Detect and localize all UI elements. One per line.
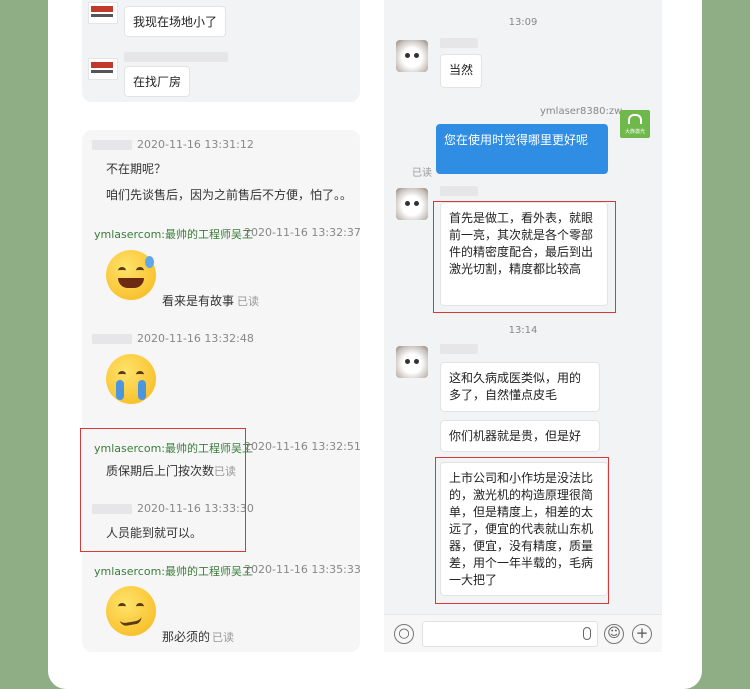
incoming-message-bubble: 这和久病成医类似，用的多了，自然懂点皮毛: [440, 362, 600, 412]
timestamp: 2020-11-16 13:31:12: [137, 138, 254, 151]
sweat-smile-emoji-icon: [106, 250, 156, 300]
incoming-message-bubble: 你们机器就是贵，但是好: [440, 420, 600, 452]
sender-name: ymlasercom:最帅的工程师吴工: [94, 228, 253, 241]
left-message-bubble: 在找厂房: [124, 66, 191, 97]
cat-avatar: [396, 40, 428, 72]
microphone-icon[interactable]: [583, 627, 591, 640]
cat-avatar: [396, 346, 428, 378]
chat-bubble-icon[interactable]: ○: [394, 624, 414, 644]
blurred-name: [440, 186, 478, 196]
outgoing-message-bubble: 您在使用时觉得哪里更好呢: [436, 124, 608, 174]
blurred-name: [92, 140, 132, 150]
timestamp: 2020-11-16 13:32:48: [137, 332, 254, 345]
timestamp: 2020-11-16 13:35:33: [244, 563, 361, 576]
left-chat-top-panel: 我现在场地小了 在找厂房: [82, 0, 360, 102]
time-divider: 13:09: [508, 17, 538, 28]
left-message-bubble: 我现在场地小了: [124, 6, 227, 37]
highlight-box: [433, 201, 616, 313]
chat-message: 不在期呢？: [106, 162, 167, 176]
crying-emoji-icon: [106, 354, 156, 404]
blurred-name: [92, 334, 132, 344]
sender-name: ymlaser8380:zw: [540, 106, 623, 117]
blurred-name: [440, 38, 478, 48]
blurred-name: [440, 344, 478, 354]
read-status: 已读: [237, 295, 259, 308]
chat-message: 看来是有故事: [162, 294, 235, 308]
timestamp: 2020-11-16 13:32:51: [244, 440, 361, 453]
sender-name: ymlasercom:最帅的工程师吴工: [94, 565, 253, 578]
timestamp: 2020-11-16 13:32:37: [244, 226, 361, 239]
add-button-icon[interactable]: +: [632, 624, 652, 644]
chat-message: 咱们先谈售后，因为之前售后不方便，怕了。。: [106, 188, 353, 202]
brand-avatar: [88, 58, 118, 80]
brand-avatar: [88, 2, 118, 24]
incoming-message-bubble: 当然: [440, 54, 482, 88]
message-input[interactable]: [422, 621, 598, 647]
blurred-name: [124, 52, 228, 62]
message-composer: ○ ☺ +: [384, 614, 662, 652]
read-status: 已读: [212, 631, 234, 644]
highlight-box: [80, 428, 246, 552]
left-chat-panel: 2020-11-16 13:31:12 不在期呢？ 咱们先谈售后，因为之前售后不…: [82, 130, 361, 652]
company-logo-icon: 大族激光: [620, 110, 650, 138]
cat-avatar: [396, 188, 428, 220]
highlight-box: [435, 457, 609, 604]
time-divider: 13:14: [508, 325, 538, 336]
chat-message: 那必须的: [162, 630, 211, 644]
read-status: 已读: [412, 168, 432, 179]
emoji-button-icon[interactable]: ☺: [604, 624, 624, 644]
smirk-emoji-icon: [106, 586, 156, 636]
